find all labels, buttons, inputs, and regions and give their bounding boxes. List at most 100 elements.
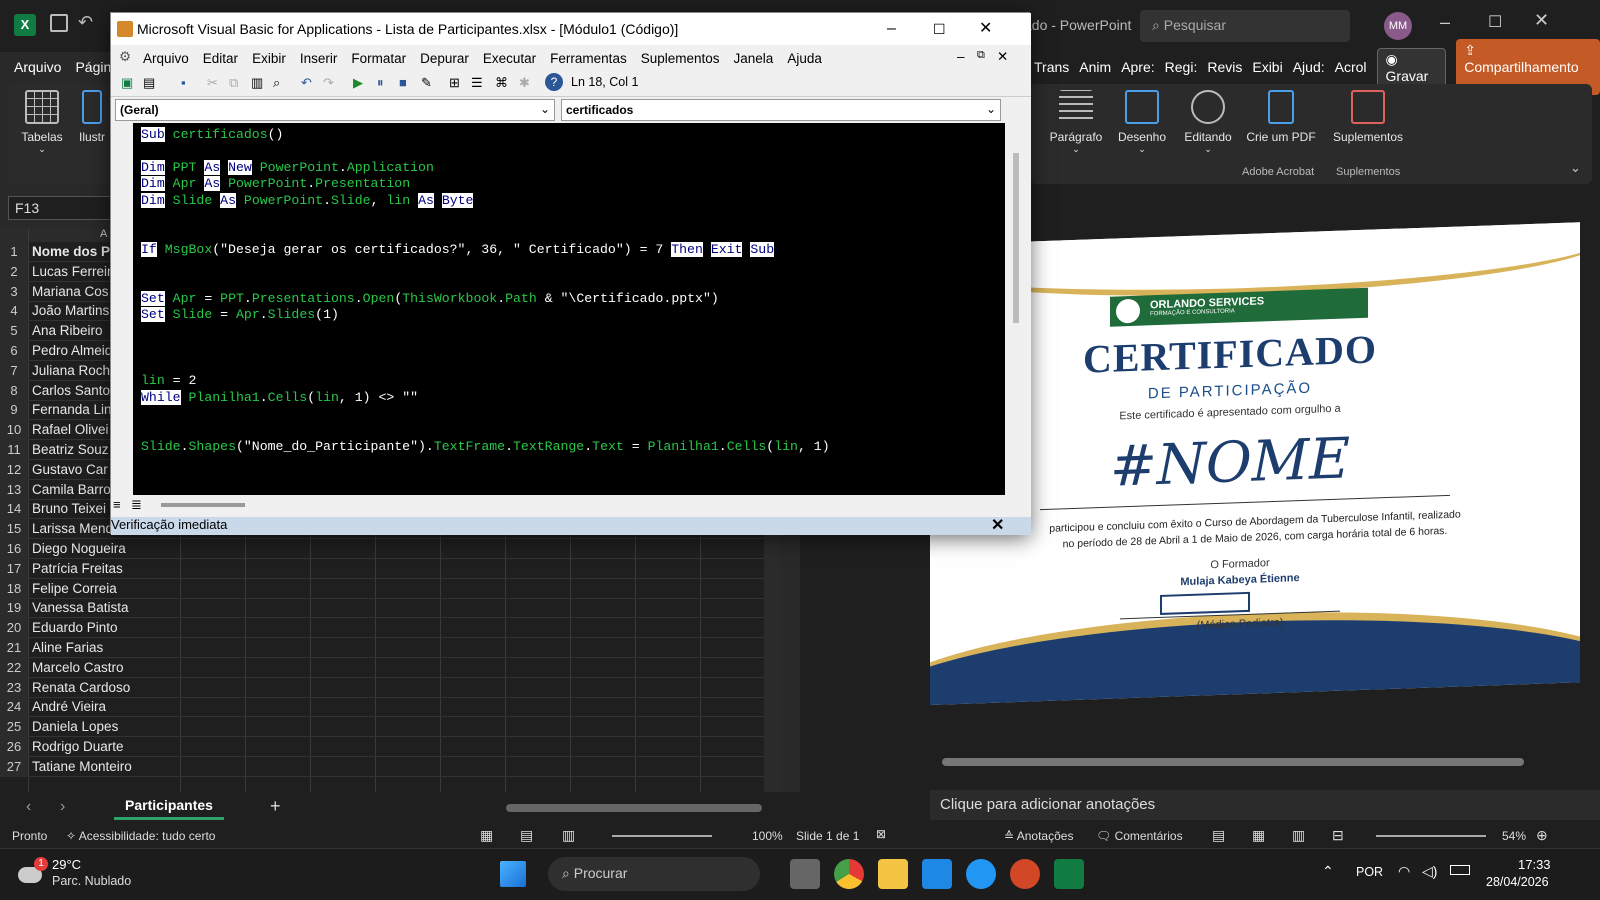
design-mode-icon[interactable]: ✎ [421, 75, 432, 91]
maximize-icon[interactable]: ☐ [1488, 12, 1502, 32]
redo-vba-icon[interactable]: ↷ [323, 75, 334, 91]
row-number[interactable]: 6 [0, 341, 28, 361]
cut-icon[interactable]: ✂ [207, 75, 218, 91]
properties-icon[interactable]: ☰ [471, 75, 483, 91]
undo-vba-icon[interactable]: ↶ [301, 75, 312, 91]
participant-name-cell[interactable]: Tatiane Monteiro [30, 757, 180, 777]
row-number[interactable]: 24 [0, 697, 28, 718]
row-number[interactable]: 19 [0, 598, 28, 619]
participant-name-cell[interactable]: Eduardo Pinto [30, 618, 180, 638]
row-number[interactable]: 16 [0, 539, 28, 559]
participant-name-cell[interactable]: Rodrigo Duarte [30, 737, 180, 757]
normal-view-icon[interactable]: ▦ [480, 827, 493, 844]
full-module-view-icon[interactable]: ≣ [131, 497, 142, 513]
row-number[interactable]: 13 [0, 479, 28, 500]
menu-exibir[interactable]: Exibi [1252, 59, 1282, 75]
prev-sheet-icon[interactable]: ‹ [26, 798, 31, 816]
row-number[interactable]: 21 [0, 638, 28, 658]
procedure-combo[interactable]: certificados ⌄ [561, 99, 1001, 121]
row-number[interactable]: 10 [0, 420, 28, 441]
weather-icon[interactable]: 1 [18, 857, 48, 887]
child-minimize-icon[interactable]: – [957, 49, 965, 64]
page-break-icon[interactable]: ▥ [562, 827, 575, 844]
sheet-tab-participantes[interactable]: Participantes [114, 792, 224, 820]
row-number[interactable]: 25 [0, 717, 28, 738]
notes-pane[interactable]: Clique para adicionar anotações [930, 790, 1600, 820]
reading-view-icon[interactable]: ▥ [1292, 827, 1305, 844]
object-browser-icon[interactable]: ⌘ [495, 75, 508, 91]
slide-sorter-icon[interactable]: ▦ [1252, 827, 1265, 844]
undo-icon[interactable]: ↶ [78, 12, 93, 33]
project-explorer-icon[interactable]: ⊞ [449, 75, 460, 91]
code-editor[interactable]: Sub certificados() Dim PPT As New PowerP… [133, 123, 1005, 495]
volume-icon[interactable]: ◁) [1422, 863, 1437, 880]
menu-revisao[interactable]: Revis [1207, 59, 1242, 75]
row-number[interactable]: 3 [0, 281, 28, 302]
minimize-icon[interactable]: – [1440, 12, 1450, 33]
next-sheet-icon[interactable]: › [60, 798, 65, 816]
normal-view-icon-ppt[interactable]: ▤ [1212, 827, 1225, 844]
notes-button[interactable]: ≙ Anotações [1004, 829, 1073, 843]
start-button[interactable] [500, 861, 526, 887]
insert-module-icon[interactable]: ▤ [143, 75, 155, 91]
row-number[interactable]: 27 [0, 756, 28, 777]
vba-menu-janela[interactable]: Janela [734, 51, 774, 66]
procedure-view-icon[interactable]: ≡ [113, 497, 121, 512]
vscode-icon[interactable] [922, 859, 952, 889]
taskbar-search[interactable]: ⌕ Procurar [548, 857, 760, 891]
row-number[interactable]: 5 [0, 321, 28, 342]
vba-menu-ferramentas[interactable]: Ferramentas [550, 51, 627, 66]
participant-name-cell[interactable]: Aline Farias [30, 638, 180, 658]
edge-icon[interactable] [966, 859, 996, 889]
vba-close-icon[interactable]: ✕ [979, 13, 992, 45]
clock-date[interactable]: 28/04/2026 [1486, 875, 1549, 889]
row-number[interactable]: 9 [0, 400, 28, 421]
menu-transicoes[interactable]: Trans [1034, 59, 1069, 75]
row-number[interactable]: 4 [0, 301, 28, 322]
code-horizontal-scrollbar[interactable] [161, 503, 245, 507]
child-close-icon[interactable]: ✕ [997, 49, 1008, 65]
row-number[interactable]: 1 [0, 242, 28, 262]
add-sheet-button[interactable]: + [270, 796, 281, 817]
vba-menu-suplementos[interactable]: Suplementos [641, 51, 720, 66]
file-explorer-icon[interactable] [878, 859, 908, 889]
editando-button[interactable]: Editando ⌄ [1176, 90, 1240, 155]
row-number[interactable]: 22 [0, 657, 28, 678]
desenho-button[interactable]: Desenho ⌄ [1110, 90, 1174, 155]
paste-icon[interactable]: ▥ [251, 75, 263, 91]
page-layout-icon[interactable]: ▤ [520, 827, 533, 844]
participant-name-cell[interactable]: Renata Cardoso [30, 678, 180, 698]
battery-icon[interactable] [1450, 865, 1470, 875]
menu-arquivo[interactable]: Arquivo [14, 59, 61, 75]
tabelas-button[interactable]: Tabelas ⌄ [10, 90, 74, 155]
participant-name-cell[interactable]: Vanessa Batista [30, 598, 180, 618]
suplementos-button[interactable]: Suplementos [1328, 90, 1408, 144]
row-number[interactable]: 15 [0, 519, 28, 540]
horizontal-scrollbar[interactable] [506, 804, 762, 812]
vba-menu-exibir[interactable]: Exibir [252, 51, 286, 66]
ilustracoes-button[interactable]: Ilustr [74, 90, 110, 144]
powerpoint-icon[interactable] [1010, 859, 1040, 889]
clock-time[interactable]: 17:33 [1518, 857, 1551, 872]
code-vertical-scrollbar[interactable] [1005, 123, 1031, 495]
object-combo[interactable]: (Geral) ⌄ [115, 99, 555, 121]
vba-menu-inserir[interactable]: Inserir [300, 51, 338, 66]
record-button[interactable]: ◉ Gravar [1376, 47, 1447, 87]
row-number[interactable]: 20 [0, 618, 28, 639]
excel-icon[interactable] [1054, 859, 1084, 889]
menu-animacoes[interactable]: Anim [1079, 59, 1111, 75]
menu-acrobat[interactable]: Acrol [1335, 59, 1367, 75]
participant-name-cell[interactable]: Felipe Correia [30, 579, 180, 599]
row-number[interactable]: 14 [0, 499, 28, 520]
run-icon[interactable]: ▶ [353, 75, 363, 91]
zoom-slider[interactable] [612, 835, 712, 837]
vba-minimize-icon[interactable]: – [887, 13, 896, 45]
close-icon[interactable]: ✕ [1534, 10, 1549, 31]
row-number[interactable]: 11 [0, 440, 28, 460]
ribbon-collapse-icon[interactable]: ⌄ [1570, 160, 1581, 176]
avatar[interactable]: MM [1384, 12, 1412, 40]
menu-pagina[interactable]: Págin [75, 59, 111, 75]
save-icon[interactable] [50, 14, 68, 32]
break-icon[interactable]: ⏸ [377, 75, 384, 91]
ppt-zoom-slider[interactable] [1376, 835, 1486, 837]
